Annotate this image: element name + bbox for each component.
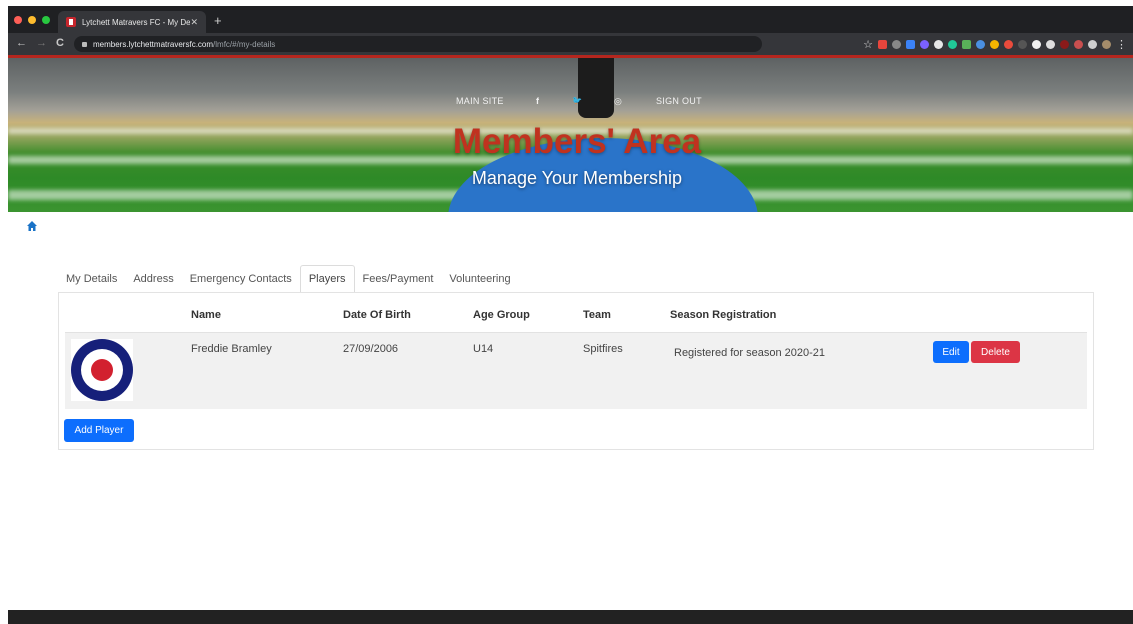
table-row: Freddie Bramley 27/09/2006 U14 Spitfires… [65, 333, 1087, 409]
extension-icon[interactable] [1060, 40, 1069, 49]
extension-icon[interactable] [920, 40, 929, 49]
forward-icon[interactable]: → [36, 37, 47, 49]
tab-players[interactable]: Players [299, 265, 355, 293]
browser-toolbar: ← → C members.lytchettmatraversfc.com /l… [8, 33, 1133, 55]
extensions-puzzle-icon[interactable] [1088, 40, 1097, 49]
facebook-icon[interactable]: f [536, 96, 539, 106]
edit-player-button[interactable]: Edit [933, 341, 969, 363]
players-panel: Name Date Of Birth Age Group Team Season… [58, 292, 1094, 450]
delete-player-button[interactable]: Delete [971, 341, 1020, 363]
page-title: Members' Area [452, 122, 702, 161]
extension-icon[interactable] [906, 40, 915, 49]
extension-icon[interactable] [1032, 40, 1041, 49]
tab-emergency-contacts[interactable]: Emergency Contacts [182, 265, 300, 293]
column-header-season-registration: Season Registration [670, 309, 777, 321]
extension-icon[interactable] [962, 40, 971, 49]
extension-icon[interactable] [990, 40, 999, 49]
player-photo [71, 339, 133, 401]
nav-main-site-link[interactable]: MAIN SITE [456, 96, 504, 106]
player-season-status: Registered for season 2020-21 [674, 347, 826, 359]
top-navigation: MAIN SITE f 🐦 ◎ SIGN OUT [8, 96, 1133, 110]
browser-tab-title: Lytchett Matravers FC - My De [82, 17, 191, 27]
column-header-team: Team [583, 309, 611, 321]
extension-icon[interactable] [1004, 40, 1013, 49]
member-tabs: My Details Address Emergency Contacts Pl… [58, 265, 519, 293]
raf-roundel-icon [71, 339, 133, 401]
instagram-icon[interactable]: ◎ [614, 96, 622, 107]
close-tab-icon[interactable]: ✕ [190, 17, 198, 28]
extension-icon[interactable] [976, 40, 985, 49]
url-host: members.lytchettmatraversfc.com [93, 39, 214, 49]
column-header-age-group: Age Group [473, 309, 530, 321]
browser-window: Lytchett Matravers FC - My De ✕ + ← → C … [8, 6, 1133, 624]
browser-tab[interactable]: Lytchett Matravers FC - My De ✕ [58, 11, 206, 33]
close-window-button[interactable] [14, 16, 22, 24]
club-favicon-icon [66, 17, 76, 27]
twitter-icon[interactable]: 🐦 [572, 96, 582, 105]
maximize-window-button[interactable] [42, 16, 50, 24]
hero-banner: MAIN SITE f 🐦 ◎ SIGN OUT Members' Area M… [8, 58, 1133, 212]
browser-menu-icon[interactable]: ⋮ [1116, 38, 1127, 51]
back-icon[interactable]: ← [16, 37, 27, 49]
reload-icon[interactable]: C [56, 37, 64, 49]
window-controls [14, 16, 50, 24]
profile-avatar[interactable] [1102, 40, 1111, 49]
tab-my-details[interactable]: My Details [58, 265, 125, 293]
tab-fees-payment[interactable]: Fees/Payment [355, 265, 442, 293]
extension-icon[interactable] [948, 40, 957, 49]
column-header-name: Name [191, 309, 221, 321]
extension-icon[interactable] [878, 40, 887, 49]
nav-sign-out-link[interactable]: SIGN OUT [656, 96, 702, 106]
extension-toolbar: ☆ ⋮ [863, 38, 1127, 51]
address-bar[interactable]: members.lytchettmatraversfc.com /lmfc/#/… [74, 36, 762, 52]
page-subtitle: Manage Your Membership [471, 168, 683, 188]
new-tab-button[interactable]: + [214, 13, 222, 28]
extension-icon[interactable] [892, 40, 901, 49]
tab-volunteering[interactable]: Volunteering [441, 265, 518, 293]
players-table-header: Name Date Of Birth Age Group Team Season… [65, 299, 1087, 333]
home-icon[interactable] [26, 220, 38, 232]
add-player-button[interactable]: Add Player [64, 419, 134, 442]
extension-icon[interactable] [934, 40, 943, 49]
tab-address[interactable]: Address [125, 265, 181, 293]
minimize-window-button[interactable] [28, 16, 36, 24]
extension-icon[interactable] [1018, 40, 1027, 49]
bookmark-star-icon[interactable]: ☆ [863, 38, 873, 51]
player-age-group: U14 [473, 343, 494, 355]
url-path: /lmfc/#/my-details [213, 39, 276, 49]
column-header-date-of-birth: Date Of Birth [343, 309, 411, 321]
extension-icon[interactable] [1074, 40, 1083, 49]
player-name: Freddie Bramley [191, 343, 272, 355]
browser-tab-strip: Lytchett Matravers FC - My De ✕ + [8, 6, 1133, 33]
player-date-of-birth: 27/09/2006 [343, 343, 399, 355]
extension-icon[interactable] [1046, 40, 1055, 49]
page-footer [8, 610, 1133, 624]
player-team: Spitfires [583, 343, 623, 355]
lock-icon [82, 41, 87, 47]
